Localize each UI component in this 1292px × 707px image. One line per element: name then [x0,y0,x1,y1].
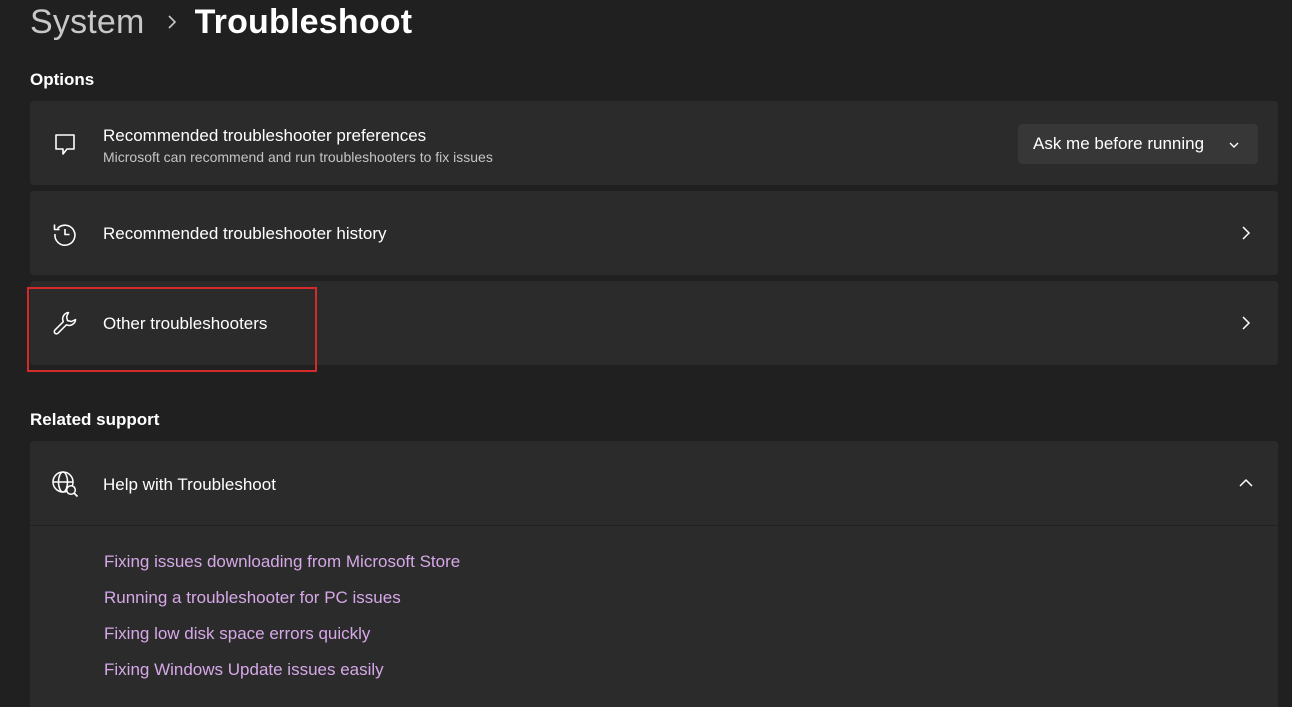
help-link[interactable]: Running a troubleshooter for PC issues [104,588,401,608]
preferences-card: Recommended troubleshooter preferences M… [30,101,1278,185]
help-links-panel: Fixing issues downloading from Microsoft… [30,526,1278,707]
related-support-heading: Related support [30,410,160,429]
help-link[interactable]: Fixing low disk space errors quickly [104,624,370,644]
breadcrumb: System Troubleshoot [30,0,412,44]
options-heading: Options [30,70,95,89]
chevron-up-icon [1236,473,1256,493]
history-icon [50,219,80,249]
help-link[interactable]: Fixing Windows Update issues easily [104,660,384,680]
highlight-box [27,287,317,372]
chevron-right-icon [167,14,177,30]
chevron-right-icon [1236,313,1256,333]
page-title: Troubleshoot [194,2,413,41]
history-title: Recommended troubleshooter history [103,224,387,243]
chat-bubble-icon [50,129,80,159]
help-link[interactable]: Fixing issues downloading from Microsoft… [104,552,460,572]
preferences-title: Recommended troubleshooter preferences [103,126,427,145]
help-troubleshoot-header[interactable]: Help with Troubleshoot [30,441,1278,525]
breadcrumb-system[interactable]: System [30,3,145,42]
history-card[interactable]: Recommended troubleshooter history [30,191,1278,275]
preferences-subtitle: Microsoft can recommend and run troubles… [103,149,493,165]
help-troubleshoot-title: Help with Troubleshoot [103,475,276,494]
troubleshoot-page: System Troubleshoot Options Recommended … [0,0,1292,707]
chevron-down-icon [1228,136,1240,156]
chevron-right-icon [1236,223,1256,243]
dropdown-value: Ask me before running [1033,134,1205,153]
preferences-dropdown[interactable]: Ask me before running [1018,124,1258,164]
globe-search-icon [50,469,80,499]
